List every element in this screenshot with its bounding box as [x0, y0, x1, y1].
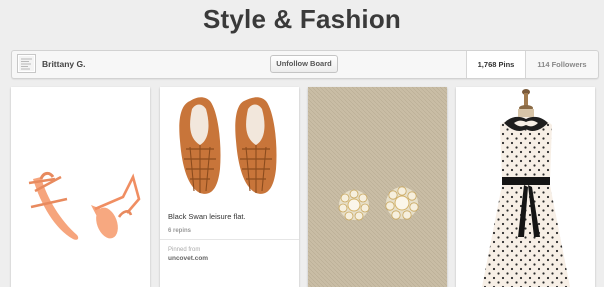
unfollow-board-button[interactable]: Unfollow Board: [270, 55, 338, 73]
pin-source-label: Pinned from: [168, 247, 201, 253]
pin-card[interactable]: Black Swan leisure flat. 6 repins Pinned…: [160, 87, 299, 287]
pin-description: Black Swan leisure flat.: [168, 212, 246, 221]
pin-image-woven-flats[interactable]: [160, 87, 299, 205]
pins-count-tab[interactable]: 1,768 Pins: [466, 51, 526, 78]
pin-image-dress[interactable]: [456, 87, 595, 287]
pin-repins[interactable]: 6 repins: [168, 228, 191, 234]
pin-image-sandals[interactable]: [11, 87, 150, 287]
board-title: Style & Fashion: [202, 4, 402, 34]
pin-divider: [160, 239, 299, 240]
pin-card[interactable]: [308, 87, 447, 287]
pin-image-earrings[interactable]: [308, 87, 447, 287]
pin-card[interactable]: [456, 87, 595, 287]
owner-name[interactable]: Brittany G.: [42, 51, 85, 78]
board-header-bar: Brittany G. Unfollow Board 1,768 Pins 11…: [11, 50, 599, 79]
pin-card[interactable]: [11, 87, 150, 287]
owner-avatar[interactable]: [17, 54, 36, 73]
pin-source-domain[interactable]: uncovet.com: [168, 255, 208, 262]
followers-count-tab[interactable]: 114 Followers: [526, 51, 598, 78]
